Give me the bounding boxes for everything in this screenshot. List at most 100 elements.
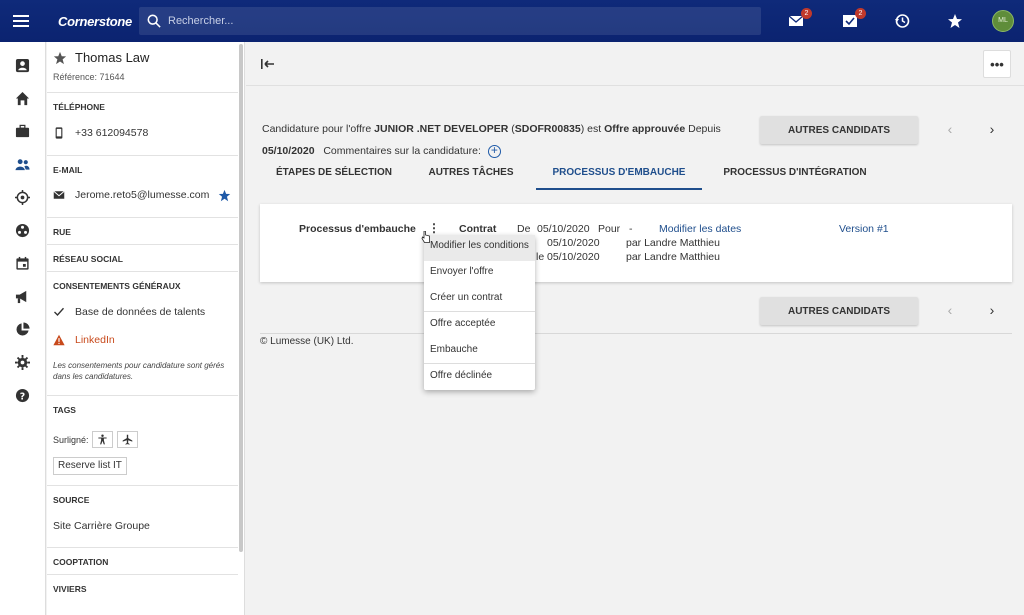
hiring-process-card: Processus d'embauche ⋮ Contrat De 05/10/… <box>260 204 1012 282</box>
menu-item-send-offer[interactable]: Envoyer l'offre <box>424 261 535 287</box>
consent-talent-db-row: Base de données de talents <box>53 306 205 318</box>
target-icon[interactable] <box>13 188 31 206</box>
hiring-process-label: Processus d'embauche <box>299 223 416 235</box>
app-since: Depuis <box>688 123 721 135</box>
highlight-person-button[interactable] <box>92 431 113 448</box>
application-status: Offre approuvée <box>604 123 686 135</box>
source-value: Site Carrière Groupe <box>53 520 150 532</box>
hiring-actions-menu: Modifier les conditions Envoyer l'offre … <box>424 235 535 390</box>
tab-hiring-process[interactable]: PROCESSUS D'EMBAUCHE <box>536 160 702 190</box>
street-section-title: RUE <box>53 227 71 237</box>
search-input[interactable] <box>168 15 728 27</box>
accessibility-icon <box>98 434 107 445</box>
comments-label: Commentaires sur la candidature: <box>323 145 481 157</box>
viviers-section-title: VIVIERS <box>53 584 87 594</box>
application-date: 05/10/2020 <box>262 145 315 157</box>
menu-item-offer-accepted[interactable]: Offre acceptée <box>424 313 535 339</box>
section-divider <box>47 547 238 548</box>
collapse-panel-icon[interactable] <box>260 56 276 72</box>
star-outline-icon[interactable] <box>53 51 67 65</box>
history-icon[interactable] <box>892 11 912 31</box>
row2-by: par Landre Matthieu <box>626 237 720 249</box>
check-icon <box>54 307 65 316</box>
row2-date: 05/10/2020 <box>547 237 600 249</box>
jobs-briefcase-icon[interactable] <box>13 122 31 140</box>
search-bar[interactable] <box>139 7 761 35</box>
offer-reference: SDOFR00835 <box>514 123 581 135</box>
other-candidates-button[interactable]: AUTRES CANDIDATS <box>760 116 918 144</box>
prev-candidate-button-bottom[interactable]: ‹ <box>943 302 957 318</box>
next-candidate-button-bottom[interactable]: › <box>985 302 999 318</box>
settings-gear-icon[interactable] <box>13 353 31 371</box>
primary-star-icon[interactable] <box>218 189 231 202</box>
phone-row: +33 612094578 <box>53 127 148 139</box>
main-content: ••• Candidature pour l'offre JUNIOR .NET… <box>246 42 1024 615</box>
consents-section-title: CONSENTEMENTS GÉNÉRAUX <box>53 281 181 291</box>
tab-other-tasks[interactable]: AUTRES TÂCHES <box>406 160 536 190</box>
row3-by: par Landre Matthieu <box>626 251 720 263</box>
warning-icon <box>53 334 65 346</box>
application-summary: Candidature pour l'offre JUNIOR .NET DEV… <box>262 123 721 158</box>
airplane-icon <box>122 434 133 445</box>
cooptation-section-title: COOPTATION <box>53 557 109 567</box>
candidates-icon[interactable] <box>13 155 31 173</box>
other-candidates-button-bottom[interactable]: AUTRES CANDIDATS <box>760 297 918 325</box>
menu-item-hire[interactable]: Embauche <box>424 339 535 365</box>
menu-item-create-contract[interactable]: Créer un contrat <box>424 287 535 313</box>
svg-text:?: ? <box>19 391 24 402</box>
consent-talent-db: Base de données de talents <box>75 306 206 318</box>
phone-value[interactable]: +33 612094578 <box>75 127 148 139</box>
campaign-megaphone-icon[interactable] <box>13 287 31 305</box>
candidate-reference: Référence: 71644 <box>53 72 125 82</box>
favorites-star-icon[interactable] <box>945 11 965 31</box>
consent-linkedin-row: LinkedIn <box>53 334 115 346</box>
contacts-icon[interactable] <box>13 56 31 74</box>
email-row: Jerome.reto5@lumesse.com <box>53 189 233 201</box>
menu-icon[interactable] <box>0 0 42 42</box>
user-avatar[interactable]: ML <box>992 10 1014 32</box>
network-icon[interactable] <box>13 221 31 239</box>
email-section-title: E-MAIL <box>53 165 83 175</box>
candidate-name: Thomas Law <box>53 50 149 65</box>
tab-onboarding-process[interactable]: PROCESSUS D'INTÉGRATION <box>702 160 888 190</box>
version-link[interactable]: Version #1 <box>839 223 889 235</box>
highlight-label: Surligné: <box>53 435 89 445</box>
social-section-title: RÉSEAU SOCIAL <box>53 254 123 264</box>
from-date: 05/10/2020 <box>537 223 590 235</box>
next-candidate-button[interactable]: › <box>985 121 999 137</box>
panel-scrollbar[interactable] <box>239 44 243 552</box>
search-icon <box>147 14 161 28</box>
highlight-travel-button[interactable] <box>117 431 138 448</box>
row3-date: 05/10/2020 <box>547 251 600 263</box>
tasks-icon[interactable]: 2 <box>840 8 866 31</box>
menu-item-offer-declined[interactable]: Offre déclinée <box>424 365 535 391</box>
tag-chip[interactable]: Reserve list IT <box>53 457 127 475</box>
home-icon[interactable] <box>13 89 31 107</box>
prev-candidate-button[interactable]: ‹ <box>943 121 957 137</box>
mail-icon[interactable]: 2 <box>786 8 812 31</box>
contract-label: Contrat <box>459 223 497 235</box>
section-divider <box>47 574 238 575</box>
help-icon[interactable]: ? <box>13 386 31 404</box>
phone-section-title: TÉLÉPHONE <box>53 102 105 112</box>
add-comment-icon[interactable]: + <box>487 144 501 158</box>
calendar-icon[interactable] <box>13 254 31 272</box>
for-value: - <box>629 223 633 235</box>
modify-dates-link[interactable]: Modifier les dates <box>659 223 741 235</box>
footer-copyright: © Lumesse (UK) Ltd. <box>260 336 354 347</box>
menu-item-modify-conditions[interactable]: Modifier les conditions <box>424 235 535 261</box>
reports-pie-icon[interactable] <box>13 320 31 338</box>
top-bar: Cornerstone 2 2 ML <box>0 0 1024 42</box>
app-middle: est <box>587 123 602 135</box>
app-logo[interactable]: Cornerstone <box>58 14 138 29</box>
tab-selection-steps[interactable]: ÉTAPES DE SÉLECTION <box>262 160 406 190</box>
mail-icon <box>53 190 65 199</box>
email-value[interactable]: Jerome.reto5@lumesse.com <box>75 189 209 201</box>
row3-prefix: le <box>536 251 545 263</box>
section-divider <box>47 485 238 486</box>
more-options-button[interactable]: ••• <box>983 50 1011 78</box>
candidate-panel: Thomas Law Référence: 71644 TÉLÉPHONE +3… <box>47 42 245 615</box>
consent-linkedin: LinkedIn <box>75 334 115 346</box>
section-divider <box>47 395 238 396</box>
header-divider <box>246 85 1024 86</box>
